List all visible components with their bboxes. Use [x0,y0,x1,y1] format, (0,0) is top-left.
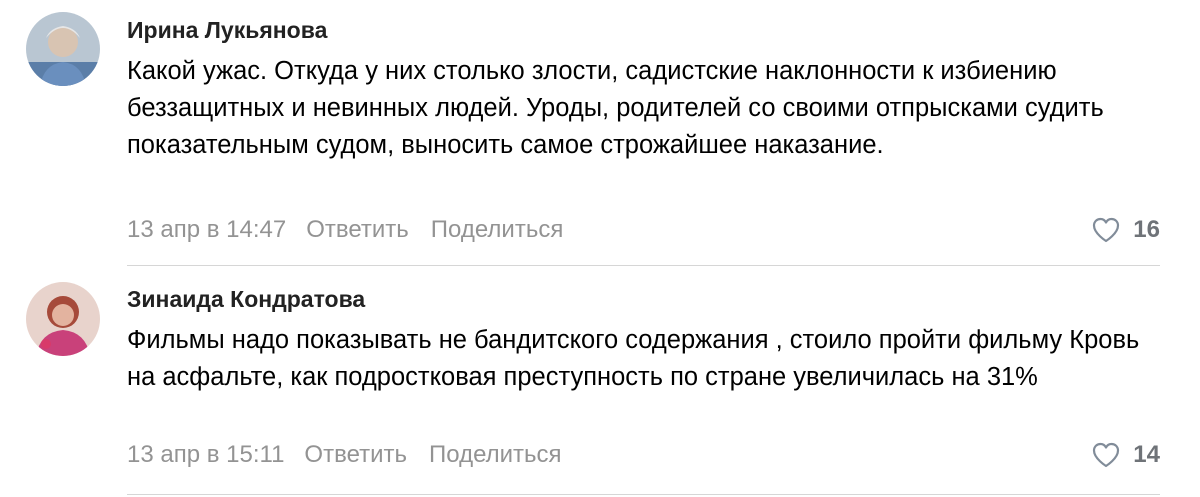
share-button[interactable]: Поделиться [429,441,562,469]
comment-text: Фильмы надо показывать не бандитского со… [127,326,1140,391]
heart-outline-icon [1093,442,1120,468]
reply-button[interactable]: Ответить [306,216,409,244]
like-count: 16 [1133,216,1160,243]
avatar-image [26,282,100,356]
like-count: 14 [1133,441,1160,468]
comment-author[interactable]: Зинаида Кондратова [127,286,365,313]
comment-date[interactable]: 13 апр в 15:11 [127,441,284,469]
comment-author[interactable]: Ирина Лукьянова [127,17,327,44]
like-button[interactable]: 14 [1091,440,1160,470]
comment-item: Зинаида Кондратова Фильмы надо показыват… [0,265,1200,497]
like-button[interactable]: 16 [1091,215,1160,245]
avatar[interactable] [26,282,100,356]
comment-footer: 13 апр в 14:47 Ответить Поделиться [127,215,1160,245]
comment-divider [127,494,1160,495]
share-button[interactable]: Поделиться [431,216,564,244]
comment-text: Какой ужас. Откуда у них столько злости,… [127,57,1104,159]
reply-button[interactable]: Ответить [304,441,407,469]
avatar-image [26,12,100,86]
comment-item: Ирина Лукьянова Какой ужас. Откуда у них… [0,0,1200,265]
avatar[interactable] [26,12,100,86]
heart-outline-icon [1093,217,1120,243]
comment-date[interactable]: 13 апр в 14:47 [127,216,286,244]
comment-footer: 13 апр в 15:11 Ответить Поделиться [127,440,1160,470]
